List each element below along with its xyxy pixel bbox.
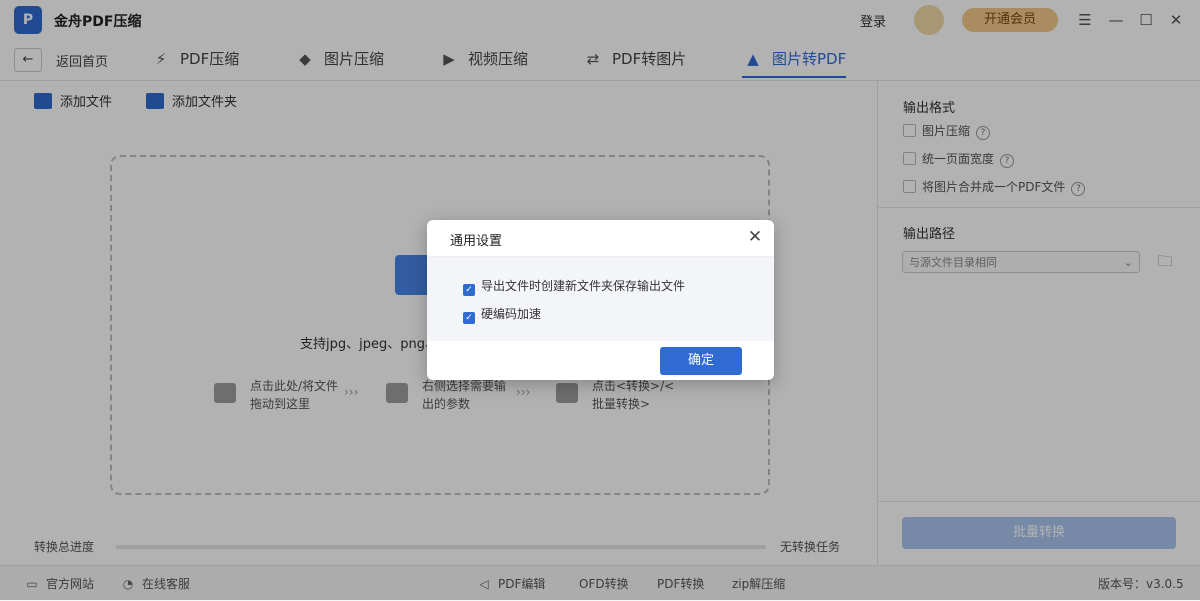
dialog-title: 通用设置	[450, 234, 503, 249]
settings-dialog: 通用设置 ✕ ✓ 导出文件时创建新文件夹保存输出文件 ✓ 硬编码加速 确定	[427, 220, 774, 380]
create-folder-option[interactable]: ✓ 导出文件时创建新文件夹保存输出文件	[463, 277, 685, 296]
close-icon[interactable]: ✕	[745, 227, 765, 247]
dialog-body: ✓ 导出文件时创建新文件夹保存输出文件 ✓ 硬编码加速	[427, 257, 774, 341]
create-folder-label: 导出文件时创建新文件夹保存输出文件	[481, 279, 686, 293]
hardware-accel-option[interactable]: ✓ 硬编码加速	[463, 305, 541, 324]
checkbox-checked[interactable]: ✓	[463, 312, 475, 324]
dialog-header: 通用设置 ✕	[427, 220, 774, 257]
checkbox-checked[interactable]: ✓	[463, 284, 475, 296]
confirm-button[interactable]: 确定	[660, 347, 742, 375]
hardware-accel-label: 硬编码加速	[481, 307, 542, 321]
